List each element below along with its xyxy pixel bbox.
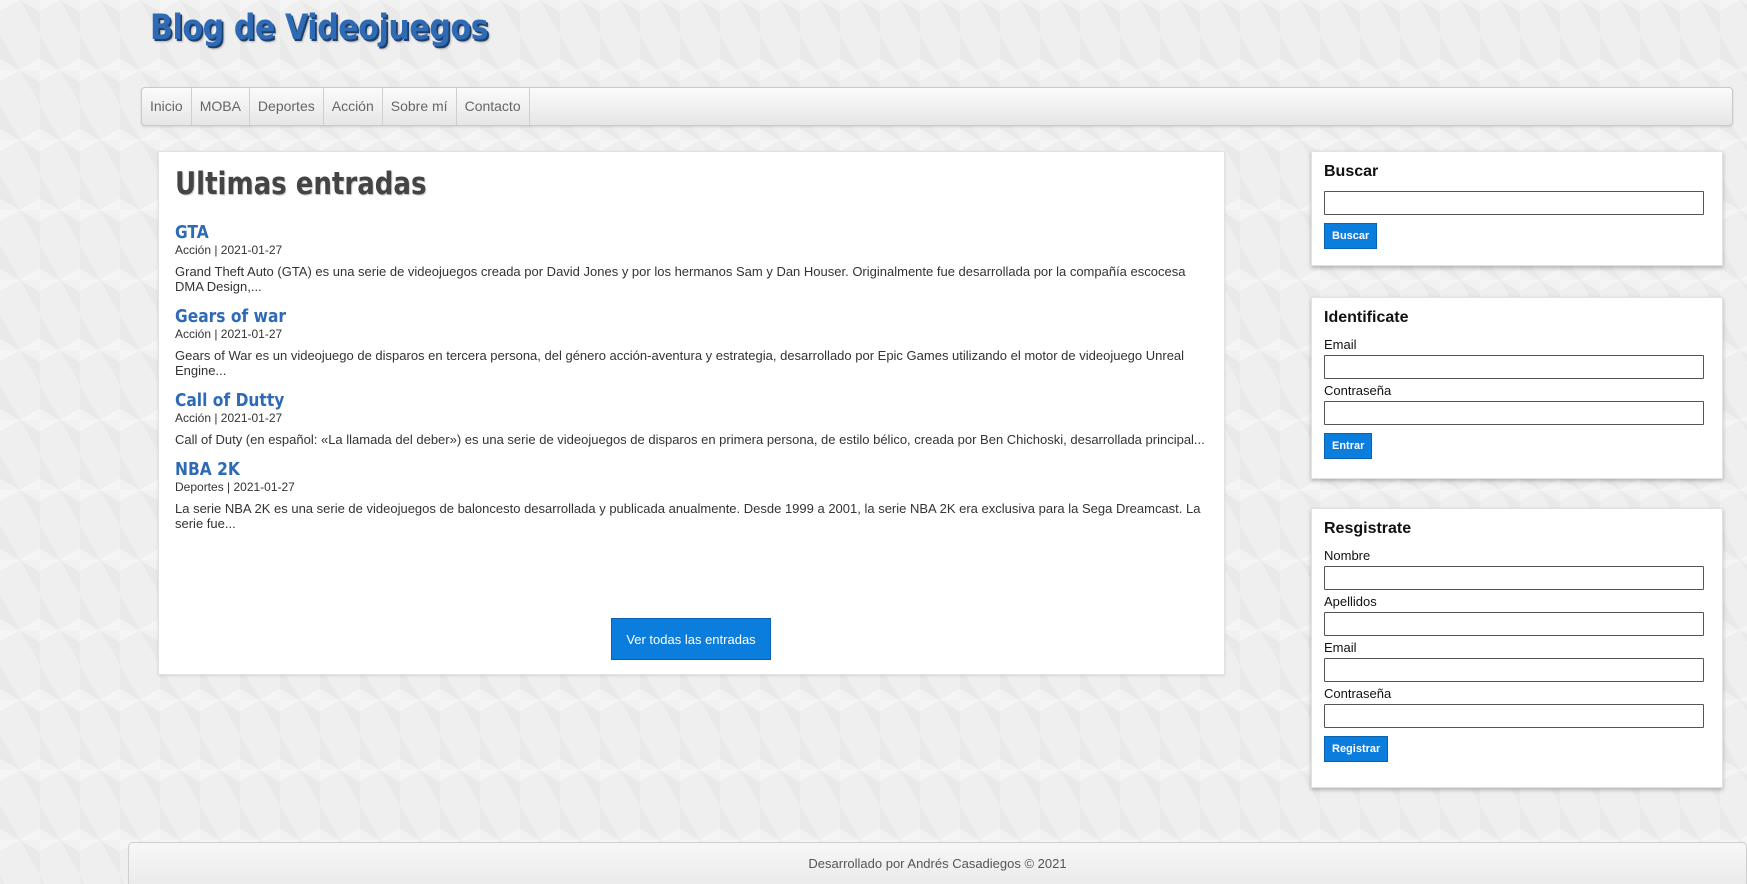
main-nav: Inicio MOBA Deportes Acción Sobre mí Con… [141, 87, 1733, 126]
register-surname-label: Apellidos [1324, 594, 1377, 609]
register-surname-field[interactable] [1324, 612, 1704, 636]
entry-item: GTA Acción | 2021-01-27 Grand Theft Auto… [175, 223, 1208, 295]
nav-item-sobre-mi[interactable]: Sobre mí [383, 88, 457, 125]
section-title: Ultimas entradas [175, 166, 427, 202]
login-button[interactable]: Entrar [1324, 433, 1373, 459]
register-password-field[interactable] [1324, 704, 1704, 728]
entry-meta: Acción | 2021-01-27 [175, 243, 283, 257]
search-title: Buscar [1324, 163, 1379, 180]
register-panel: Resgistrate Nombre Apellidos Email Contr… [1311, 508, 1723, 788]
search-input[interactable] [1324, 191, 1704, 215]
latest-entries-panel: Ultimas entradas GTA Acción | 2021-01-27… [158, 151, 1225, 675]
entry-excerpt: La serie NBA 2K es una serie de videojue… [175, 501, 1201, 531]
search-panel: Buscar Buscar [1311, 151, 1723, 266]
register-email-label: Email [1324, 640, 1357, 655]
nav-item-deportes[interactable]: Deportes [250, 88, 324, 125]
register-title: Resgistrate [1324, 520, 1412, 537]
entry-meta: Deportes | 2021-01-27 [175, 480, 295, 494]
login-password-field[interactable] [1324, 401, 1704, 425]
entry-meta: Acción | 2021-01-27 [175, 327, 283, 341]
search-button[interactable]: Buscar [1324, 223, 1378, 249]
entry-title-link[interactable]: Gears of war [175, 307, 286, 327]
login-password-label: Contraseña [1324, 383, 1392, 398]
entry-meta: Acción | 2021-01-27 [175, 411, 283, 425]
entry-item: Call of Dutty Acción | 2021-01-27 Call o… [175, 391, 1208, 448]
register-button[interactable]: Registrar [1324, 736, 1389, 762]
footer: Desarrollado por Andrés Casadiegos © 202… [128, 842, 1747, 884]
login-panel: Identificate Email Contraseña Entrar [1311, 297, 1723, 479]
entry-item: NBA 2K Deportes | 2021-01-27 La serie NB… [175, 460, 1208, 532]
login-email-label: Email [1324, 337, 1357, 352]
entry-title-link[interactable]: GTA [175, 223, 209, 243]
login-title: Identificate [1324, 309, 1409, 326]
nav-item-moba[interactable]: MOBA [192, 88, 250, 125]
register-name-field[interactable] [1324, 566, 1704, 590]
view-all-entries-button[interactable]: Ver todas las entradas [611, 618, 771, 660]
site-title[interactable]: Blog de Videojuegos [150, 8, 489, 48]
nav-item-contacto[interactable]: Contacto [457, 88, 530, 125]
entry-excerpt: Call of Duty (en español: «La llamada de… [175, 432, 1205, 447]
nav-item-accion[interactable]: Acción [324, 88, 383, 125]
register-password-label: Contraseña [1324, 686, 1392, 701]
register-name-label: Nombre [1324, 548, 1371, 563]
login-email-field[interactable] [1324, 355, 1704, 379]
register-email-field[interactable] [1324, 658, 1704, 682]
entry-excerpt: Gears of War es un videojuego de disparo… [175, 348, 1185, 378]
entry-item: Gears of war Acción | 2021-01-27 Gears o… [175, 307, 1208, 379]
footer-text: Desarrollado por Andrés Casadiegos © 202… [808, 856, 1067, 871]
entry-excerpt: Grand Theft Auto (GTA) es una serie de v… [175, 264, 1186, 294]
nav-item-inicio[interactable]: Inicio [142, 88, 192, 125]
entry-title-link[interactable]: NBA 2K [175, 460, 240, 480]
entry-title-link[interactable]: Call of Dutty [175, 391, 284, 411]
